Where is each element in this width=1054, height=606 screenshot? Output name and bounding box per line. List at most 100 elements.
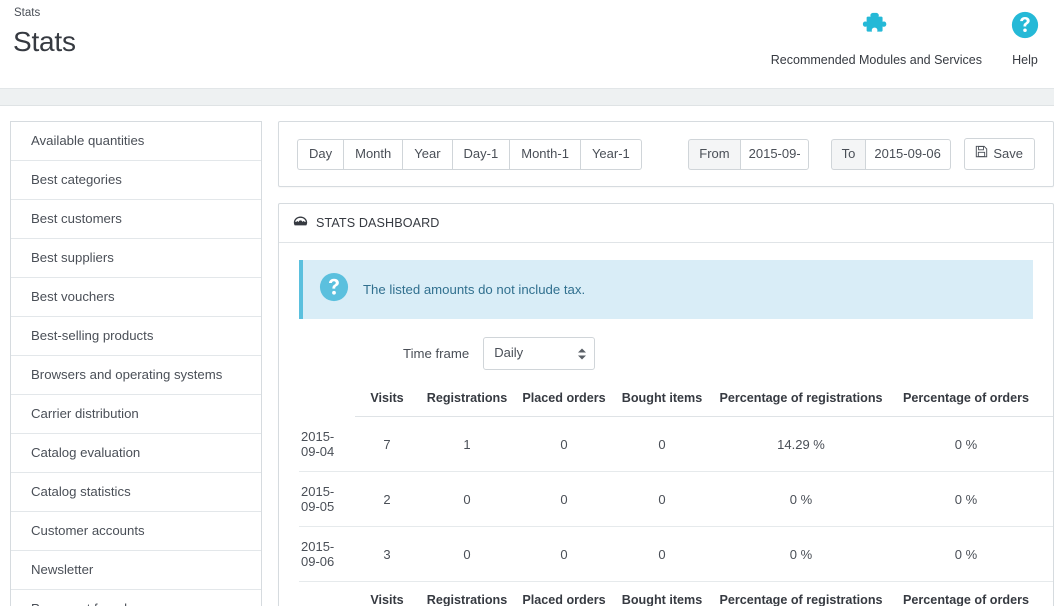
stats-dashboard-body: The listed amounts do not include tax. T…: [279, 243, 1053, 606]
cell-bought-items: 0: [613, 527, 711, 582]
sidebar-item-browsers-operating-systems[interactable]: Browsers and operating systems: [11, 356, 261, 395]
tax-notice-text: The listed amounts do not include tax.: [363, 282, 585, 297]
cell-revenue: $0.00: [1041, 527, 1054, 582]
col-header-placed-orders: Placed orders: [515, 382, 613, 417]
stats-content: Day Month Year Day-1 Month-1 Year-1 From…: [278, 121, 1054, 606]
cell-pct-orders: 0 %: [891, 472, 1041, 527]
sidebar-item-catalog-evaluation[interactable]: Catalog evaluation: [11, 434, 261, 473]
page-header: Stats Stats Recommended Modules and Serv…: [0, 0, 1054, 88]
range-button-month-1[interactable]: Month-1: [509, 139, 580, 170]
range-button-month[interactable]: Month: [343, 139, 402, 170]
summary-col-header-pct-orders: Percentage of orders: [891, 584, 1041, 606]
cell-pct-registrations: 14.29 %: [711, 417, 891, 472]
help-button[interactable]: Help: [996, 8, 1054, 67]
dashboard-icon: [293, 215, 308, 231]
sidebar-item-pages-not-found[interactable]: Pages not found: [11, 590, 261, 606]
cell-registrations: 1: [419, 417, 515, 472]
range-button-day[interactable]: Day: [297, 139, 343, 170]
date-range-toolbar: Day Month Year Day-1 Month-1 Year-1 From…: [278, 121, 1054, 187]
cell-placed-orders: 0: [515, 472, 613, 527]
cell-pct-orders: 0 %: [891, 417, 1041, 472]
recommended-modules-button[interactable]: Recommended Modules and Services: [757, 8, 996, 67]
from-date-input[interactable]: [740, 139, 809, 170]
stats-dashboard-panel: STATS DASHBOARD The listed amounts do no…: [278, 203, 1054, 606]
save-button[interactable]: Save: [964, 138, 1035, 170]
table-row: 2015-09-04 7 1 0 0 14.29 % 0 % $0.00: [299, 417, 1054, 472]
stats-sidebar: Available quantities Best categories Bes…: [10, 121, 262, 606]
to-date-group: To: [831, 139, 952, 170]
sidebar-item-carrier-distribution[interactable]: Carrier distribution: [11, 395, 261, 434]
col-header-pct-registrations: Percentage of registrations: [711, 382, 891, 417]
sidebar-item-best-selling-products[interactable]: Best-selling products: [11, 317, 261, 356]
timeframe-label: Time frame: [403, 346, 469, 361]
cell-visits: 7: [355, 417, 419, 472]
col-header-pct-orders: Percentage of orders: [891, 382, 1041, 417]
cell-visits: 2: [355, 472, 419, 527]
col-header-visits: Visits: [355, 382, 419, 417]
save-label: Save: [993, 146, 1023, 162]
cell-pct-registrations: 0 %: [711, 527, 891, 582]
cell-date: 2015-09-04: [299, 417, 355, 472]
stats-summary-table: Visits Registrations Placed orders Bough…: [299, 584, 1054, 606]
puzzle-piece-icon: [861, 8, 891, 42]
page-body: Available quantities Best categories Bes…: [0, 106, 1054, 606]
from-label: From: [688, 139, 739, 170]
question-circle-icon: [319, 272, 349, 307]
cell-pct-registrations: 0 %: [711, 472, 891, 527]
cell-placed-orders: 0: [515, 527, 613, 582]
table-row: 2015-09-06 3 0 0 0 0 % 0 % $0.00: [299, 527, 1054, 582]
cell-bought-items: 0: [613, 417, 711, 472]
cell-pct-orders: 0 %: [891, 527, 1041, 582]
cell-bought-items: 0: [613, 472, 711, 527]
col-header-date: [299, 382, 355, 417]
cell-revenue: $0.00: [1041, 472, 1054, 527]
header-divider-band: [0, 88, 1054, 106]
header-actions: Recommended Modules and Services Help: [757, 8, 1054, 67]
from-date-group: From: [688, 139, 808, 170]
sidebar-item-best-suppliers[interactable]: Best suppliers: [11, 239, 261, 278]
sidebar-item-best-vouchers[interactable]: Best vouchers: [11, 278, 261, 317]
tax-notice-alert: The listed amounts do not include tax.: [299, 260, 1033, 319]
summary-col-header-revenue: Revenue: [1041, 584, 1054, 606]
help-circle-icon: [1010, 8, 1040, 42]
cell-revenue: $0.00: [1041, 417, 1054, 472]
to-label: To: [831, 139, 866, 170]
sidebar-item-best-categories[interactable]: Best categories: [11, 161, 261, 200]
summary-col-header-placed-orders: Placed orders: [515, 584, 613, 606]
table-row: 2015-09-05 2 0 0 0 0 % 0 % $0.00: [299, 472, 1054, 527]
cell-placed-orders: 0: [515, 417, 613, 472]
sidebar-item-customer-accounts[interactable]: Customer accounts: [11, 512, 261, 551]
sidebar-item-newsletter[interactable]: Newsletter: [11, 551, 261, 590]
cell-date: 2015-09-05: [299, 472, 355, 527]
stats-dashboard-header: STATS DASHBOARD: [279, 204, 1053, 243]
summary-col-header-pct-registrations: Percentage of registrations: [711, 584, 891, 606]
cell-registrations: 0: [419, 527, 515, 582]
help-label: Help: [1012, 53, 1038, 67]
range-button-group: Day Month Year Day-1 Month-1 Year-1: [297, 139, 642, 170]
timeframe-select[interactable]: Daily Weekly Monthly Yearly: [483, 337, 595, 370]
range-button-year[interactable]: Year: [402, 139, 451, 170]
summary-col-header-bought-items: Bought items: [613, 584, 711, 606]
stats-page: Stats Stats Recommended Modules and Serv…: [0, 0, 1054, 606]
range-button-day-1[interactable]: Day-1: [452, 139, 510, 170]
stats-detail-table: Visits Registrations Placed orders Bough…: [299, 382, 1054, 582]
table-header-row: Visits Registrations Placed orders Bough…: [299, 382, 1054, 417]
summary-header-row: Visits Registrations Placed orders Bough…: [299, 584, 1054, 606]
stats-dashboard-title: STATS DASHBOARD: [316, 216, 440, 230]
to-date-input[interactable]: [865, 139, 951, 170]
timeframe-select-wrapper: Daily Weekly Monthly Yearly: [483, 337, 595, 370]
summary-col-header-visits: Visits: [355, 584, 419, 606]
col-header-bought-items: Bought items: [613, 382, 711, 417]
col-header-revenue: Revenue: [1041, 382, 1054, 417]
cell-registrations: 0: [419, 472, 515, 527]
cell-date: 2015-09-06: [299, 527, 355, 582]
range-button-year-1[interactable]: Year-1: [580, 139, 642, 170]
sidebar-item-catalog-statistics[interactable]: Catalog statistics: [11, 473, 261, 512]
sidebar-item-available-quantities[interactable]: Available quantities: [11, 122, 261, 161]
recommended-modules-label: Recommended Modules and Services: [771, 53, 982, 67]
sidebar-item-best-customers[interactable]: Best customers: [11, 200, 261, 239]
cell-visits: 3: [355, 527, 419, 582]
summary-col-header-registrations: Registrations: [419, 584, 515, 606]
timeframe-row: Time frame Daily Weekly Monthly Yearly: [299, 337, 1033, 370]
floppy-disk-icon: [975, 145, 988, 162]
